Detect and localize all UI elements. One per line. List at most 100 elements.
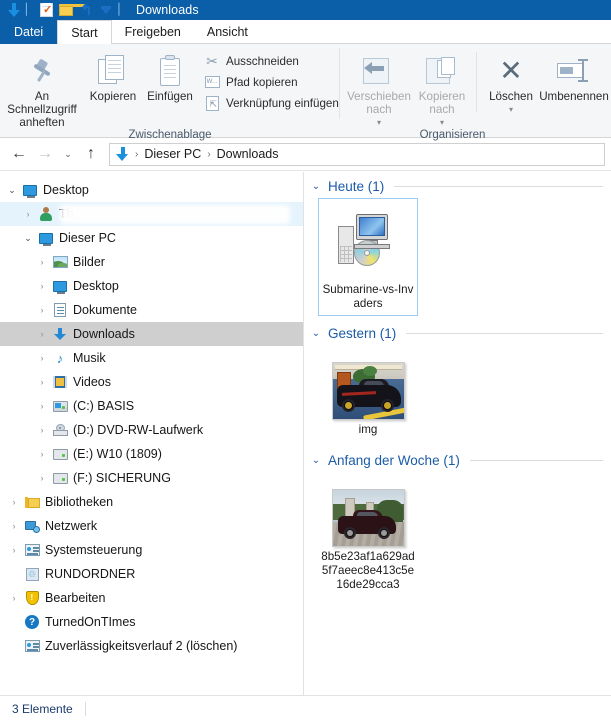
sidebar-item-systemsteuerung[interactable]: › Systemsteuerung: [0, 538, 303, 562]
properties-icon[interactable]: ✓: [36, 0, 56, 20]
group-header-gestern[interactable]: ⌄ Gestern (1): [304, 316, 611, 343]
control-panel-icon: [22, 640, 42, 652]
delete-button[interactable]: ✕ Löschen ▾: [485, 50, 537, 116]
undo-icon[interactable]: ↱: [76, 0, 96, 20]
pin-to-quick-access-button[interactable]: An Schnellzugriff anheften: [0, 50, 84, 129]
tab-ansicht[interactable]: Ansicht: [193, 20, 261, 44]
rename-button[interactable]: Umbenennen: [537, 50, 611, 103]
customize-dropdown-icon[interactable]: [96, 0, 116, 20]
copy-to-label: Kopieren nach: [418, 90, 466, 116]
photo-black-car-garage: [331, 362, 405, 420]
copy-to-button[interactable]: Kopieren nach ▾: [412, 50, 472, 129]
chevron-right-icon[interactable]: ›: [20, 209, 36, 219]
group-header-label: Anfang der Woche (1): [328, 453, 460, 468]
sidebar-item-drive-e[interactable]: › (E:) W10 (1809): [0, 442, 303, 466]
breadcrumb-separator-1: ›: [135, 148, 139, 160]
recent-locations-chevron-icon[interactable]: ⌄: [58, 141, 78, 167]
copy-to-icon: [426, 52, 458, 90]
sidebar-item-dokumente[interactable]: › Dokumente: [0, 298, 303, 322]
move-to-icon: [363, 52, 395, 90]
sidebar-item-label: Downloads: [73, 327, 135, 341]
sidebar-item-user[interactable]: › Th: [0, 202, 303, 226]
sidebar-item-rundordner[interactable]: ♲ RUNDORDNER: [0, 562, 303, 586]
control-panel-icon: [22, 544, 42, 556]
navigation-pane[interactable]: ⌄ Desktop › Th ⌄ Dieser PC › Bilder: [0, 172, 304, 695]
copy-button[interactable]: Kopieren: [84, 50, 142, 103]
chevron-down-icon[interactable]: ⌄: [4, 185, 20, 196]
forward-arrow-icon[interactable]: →: [32, 141, 58, 167]
group-header-heute[interactable]: ⌄ Heute (1): [304, 174, 611, 196]
sidebar-item-label: Videos: [73, 375, 111, 389]
sidebar-item-desktop-2[interactable]: › Desktop: [0, 274, 303, 298]
sidebar-item-drive-d[interactable]: › (D:) DVD-RW-Laufwerk: [0, 418, 303, 442]
file-list-pane[interactable]: ⌄ Heute (1) Submarine-vs-Invaders ⌄ Gest…: [304, 172, 611, 695]
chevron-right-icon[interactable]: ›: [34, 329, 50, 339]
sidebar-item-label: RUNDORDNER: [45, 567, 136, 581]
address-field[interactable]: › Dieser PC › Downloads: [109, 142, 605, 166]
chevron-right-icon[interactable]: ›: [6, 521, 22, 531]
sidebar-item-videos[interactable]: › Videos: [0, 370, 303, 394]
chevron-right-icon[interactable]: ›: [34, 401, 50, 411]
up-arrow-icon[interactable]: ↑: [78, 141, 104, 167]
tab-start[interactable]: Start: [57, 20, 112, 44]
chevron-right-icon[interactable]: ›: [6, 545, 22, 555]
sidebar-item-netzwerk[interactable]: › Netzwerk: [0, 514, 303, 538]
sidebar-item-label: Bibliotheken: [45, 495, 114, 509]
delete-label: Löschen: [489, 90, 533, 103]
file-tile-hash[interactable]: 8b5e23af1a629ad5f7aeec8e413c5e16de29cca3: [318, 484, 418, 596]
chevron-right-icon[interactable]: ›: [34, 377, 50, 387]
copy-path-button[interactable]: W… Pfad kopieren: [202, 74, 339, 90]
sidebar-item-bilder[interactable]: › Bilder: [0, 250, 303, 274]
ribbon: An Schnellzugriff anheften Kopieren Einf…: [0, 44, 611, 141]
copy-label: Kopieren: [89, 90, 137, 103]
back-arrow-icon[interactable]: ←: [6, 141, 32, 167]
chevron-down-icon[interactable]: ⌄: [310, 328, 322, 339]
chevron-down-icon[interactable]: ⌄: [20, 233, 36, 244]
chevron-right-icon[interactable]: ›: [34, 257, 50, 267]
sidebar-item-zuverlaessigkeitsverlauf[interactable]: Zuverlässigkeitsverlauf 2 (löschen): [0, 634, 303, 658]
chevron-right-icon[interactable]: ›: [34, 425, 50, 435]
sidebar-item-drive-c[interactable]: › (C:) BASIS: [0, 394, 303, 418]
chevron-right-icon[interactable]: ›: [34, 449, 50, 459]
group-header-anfang-der-woche[interactable]: ⌄ Anfang der Woche (1): [304, 441, 611, 470]
breadcrumb-dieser-pc[interactable]: Dieser PC: [144, 147, 201, 161]
copy-to-dropdown-icon[interactable]: ▾: [440, 116, 444, 129]
move-to-dropdown-icon[interactable]: ▾: [377, 116, 381, 129]
chevron-right-icon[interactable]: ›: [6, 593, 22, 603]
file-tile-img[interactable]: img: [318, 357, 418, 441]
file-tile-submarine[interactable]: Submarine-vs-Invaders: [318, 198, 418, 316]
paste-shortcut-button[interactable]: ⇱ Verknüpfung einfügen: [202, 95, 339, 111]
chevron-right-icon[interactable]: ›: [34, 473, 50, 483]
video-icon: [50, 376, 70, 388]
new-folder-icon[interactable]: [56, 0, 86, 20]
sidebar-item-label: Bearbeiten: [45, 591, 106, 605]
sidebar-item-turnedontimes[interactable]: ? TurnedOnTImes: [0, 610, 303, 634]
chevron-right-icon[interactable]: ›: [6, 497, 22, 507]
chevron-down-icon[interactable]: ⌄: [310, 181, 322, 192]
delete-dropdown-icon[interactable]: ▾: [509, 103, 513, 116]
sidebar-item-drive-f[interactable]: › (F:) SICHERUNG: [0, 466, 303, 490]
sidebar-item-bearbeiten[interactable]: › ! Bearbeiten: [0, 586, 303, 610]
download-arrow-icon[interactable]: [4, 0, 24, 20]
sidebar-item-bibliotheken[interactable]: › Bibliotheken: [0, 490, 303, 514]
chevron-down-icon[interactable]: ⌄: [310, 455, 322, 466]
photo-dark-car-driveway: [331, 489, 405, 547]
tab-datei[interactable]: Datei: [0, 20, 58, 44]
move-to-button[interactable]: Verschieben nach ▾: [346, 50, 412, 129]
chevron-right-icon[interactable]: ›: [34, 305, 50, 315]
sidebar-item-musik[interactable]: › ♪ Musik: [0, 346, 303, 370]
drive-icon: [50, 448, 70, 460]
sidebar-item-desktop[interactable]: ⌄ Desktop: [0, 178, 303, 202]
chevron-right-icon[interactable]: ›: [34, 353, 50, 363]
paste-icon: [158, 52, 182, 90]
sidebar-item-dieser-pc[interactable]: ⌄ Dieser PC: [0, 226, 303, 250]
rename-label: Umbenennen: [539, 90, 609, 103]
cut-button[interactable]: ✂ Ausschneiden: [202, 53, 339, 69]
monitor-icon: [36, 232, 56, 246]
chevron-right-icon[interactable]: ›: [34, 281, 50, 291]
sidebar-item-downloads[interactable]: › Downloads: [0, 322, 303, 346]
breadcrumb-downloads[interactable]: Downloads: [217, 147, 279, 161]
paste-button[interactable]: Einfügen: [142, 50, 198, 103]
tab-freigeben[interactable]: Freigeben: [111, 20, 194, 44]
file-name: Submarine-vs-Invaders: [322, 283, 414, 310]
